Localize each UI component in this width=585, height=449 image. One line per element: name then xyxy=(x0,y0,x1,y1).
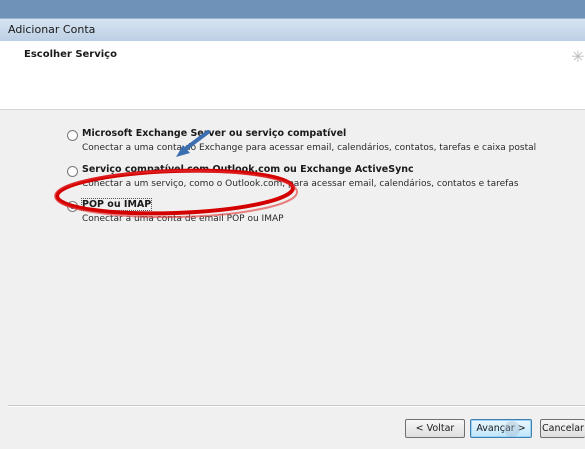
wizard-star-icon: ✳ xyxy=(571,47,585,66)
option-outlook-activesync-description: Conectar a um serviço, como o Outlook.co… xyxy=(82,179,519,189)
radio-exchange[interactable] xyxy=(67,130,78,141)
title-bar[interactable]: Adicionar Conta xyxy=(0,19,585,41)
option-exchange-label[interactable]: Microsoft Exchange Server ou serviço com… xyxy=(82,128,346,139)
cancel-button[interactable]: Cancelar xyxy=(540,419,585,438)
option-pop-imap-label[interactable]: POP ou IMAP xyxy=(80,198,153,211)
window-title: Adicionar Conta xyxy=(8,23,96,36)
option-exchange-description: Conectar a uma conta do Exchange para ac… xyxy=(82,143,537,153)
watermark-logo xyxy=(480,420,540,442)
radio-pop-imap[interactable] xyxy=(67,201,78,212)
dialog-content: Escolher Serviço ✳ Microsoft Exchange Se… xyxy=(0,41,585,449)
option-pop-imap-description: Conectar a uma conta de email POP ou IMA… xyxy=(82,214,284,224)
back-button[interactable]: < Voltar xyxy=(405,419,465,438)
option-outlook-activesync-label[interactable]: Serviço compatível com Outlook.com ou Ex… xyxy=(82,164,414,175)
wizard-header: Escolher Serviço ✳ xyxy=(0,41,585,110)
footer-separator xyxy=(8,405,585,407)
add-account-dialog: Adicionar Conta Escolher Serviço ✳ Micro… xyxy=(0,18,585,449)
radio-outlook-activesync[interactable] xyxy=(67,166,78,177)
page-title: Escolher Serviço xyxy=(24,49,117,60)
